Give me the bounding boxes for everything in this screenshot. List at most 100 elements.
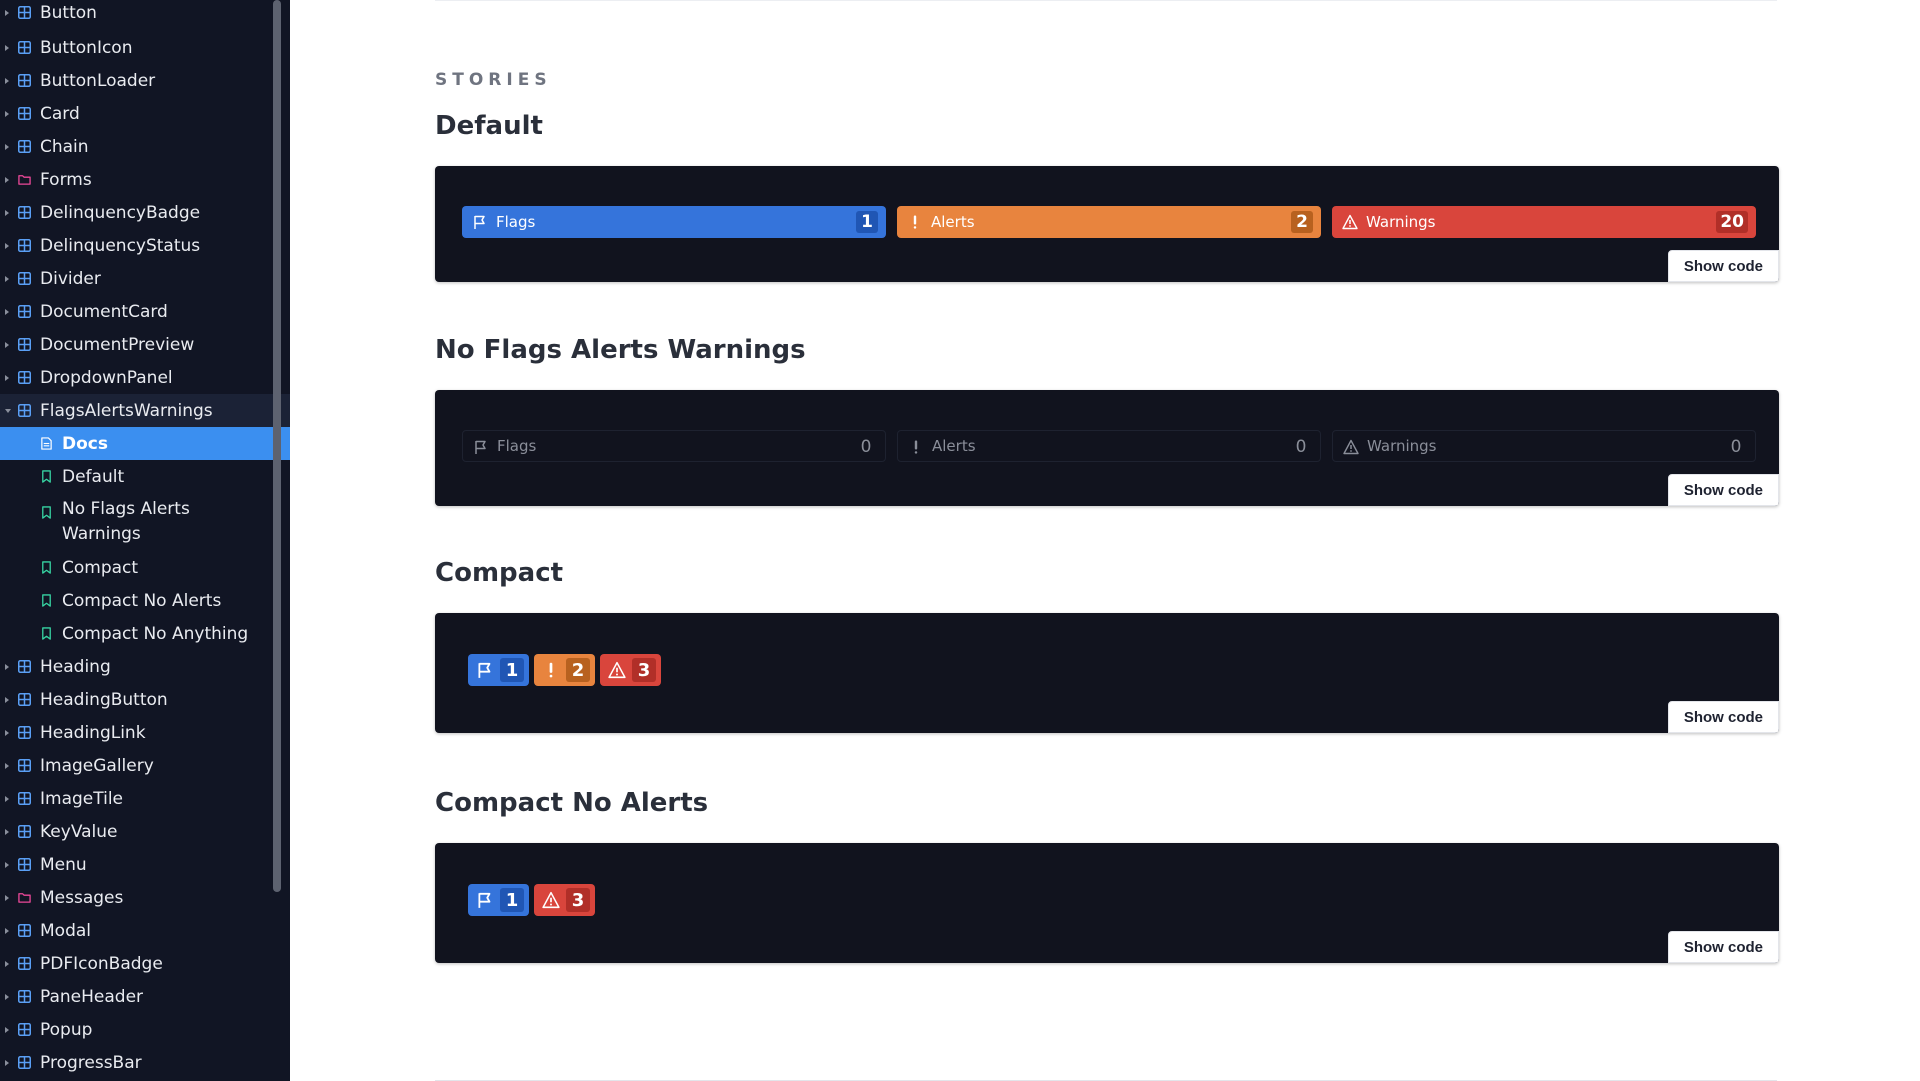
sidebar-item-buttonicon[interactable]: ButtonIcon [0,31,290,64]
caret-right-icon [5,696,9,703]
sidebar-item-label: Chain [40,136,89,157]
sidebar-item-delinquencybadge[interactable]: DelinquencyBadge [0,196,290,229]
sidebar-item-label: ImageGallery [40,755,154,776]
sidebar-item-paneheader[interactable]: PaneHeader [0,980,290,1013]
sidebar-item-divider[interactable]: Divider [0,262,290,295]
sidebar-item-dropdownpanel[interactable]: DropdownPanel [0,361,290,394]
show-code-button[interactable]: Show code [1667,701,1779,733]
sidebar-item-story-default[interactable]: Default [0,460,290,493]
show-code-button[interactable]: Show code [1667,931,1779,963]
caret-right-icon [5,242,9,249]
caret-right-icon [5,77,9,84]
component-icon [18,957,31,970]
sidebar-item-docs[interactable]: Docs [0,427,290,460]
sidebar-item-progressbar[interactable]: ProgressBar [0,1046,290,1079]
component-icon [18,107,31,120]
warnings-bar[interactable]: Warnings 0 [1332,430,1756,462]
story-canvas-no-flags-alerts-warnings: Flags 0 Alerts 0 Warnings 0 Show code [435,390,1779,506]
sidebar-item-label: Compact [62,557,139,578]
alerts-count: 0 [1295,437,1307,457]
sidebar: Button ButtonIcon ButtonLoader Card Chai… [0,0,290,1081]
flags-alerts-warnings-bar-row: Flags 1 Alerts 2 Warnings 20 [462,206,1756,238]
sidebar-item-messages[interactable]: Messages [0,881,290,914]
sidebar-item-label: Button [40,2,97,23]
warnings-count: 20 [1716,211,1748,233]
flags-count: 1 [856,211,878,233]
sidebar-item-imagetile[interactable]: ImageTile [0,782,290,815]
sidebar-item-headingbutton[interactable]: HeadingButton [0,683,290,716]
bookmark-icon [42,627,51,640]
sidebar-item-documentcard[interactable]: DocumentCard [0,295,290,328]
sidebar-item-popup[interactable]: Popup [0,1013,290,1046]
story-canvas-compact-no-alerts: 1 3 Show code [435,843,1779,963]
component-icon [18,759,31,772]
alerts-bar[interactable]: Alerts 2 [897,206,1321,238]
component-icon [18,6,31,19]
sidebar-item-documentpreview[interactable]: DocumentPreview [0,328,290,361]
caret-right-icon [5,762,9,769]
sidebar-item-chain[interactable]: Chain [0,130,290,163]
warnings-compact-badge[interactable]: 3 [534,884,595,916]
sidebar-item-story-compact-no-alerts[interactable]: Compact No Alerts [0,584,290,617]
sidebar-scrollbar[interactable] [273,0,281,892]
sidebar-item-label: Forms [40,169,92,190]
sidebar-item-imagegallery[interactable]: ImageGallery [0,749,290,782]
warnings-label: Warnings [1366,213,1436,231]
component-icon [18,404,31,417]
caret-right-icon [5,44,9,51]
component-icon [18,41,31,54]
sidebar-item-label: HeadingLink [40,722,146,743]
alerts-label: Alerts [932,437,976,455]
warnings-bar[interactable]: Warnings 20 [1332,206,1756,238]
sidebar-item-heading[interactable]: Heading [0,650,290,683]
sidebar-item-modal[interactable]: Modal [0,914,290,947]
alerts-compact-badge[interactable]: 2 [534,654,595,686]
sidebar-item-label: Card [40,103,80,124]
caret-right-icon [5,993,9,1000]
sidebar-item-menu[interactable]: Menu [0,848,290,881]
show-code-button[interactable]: Show code [1667,250,1779,282]
sidebar-item-buttonloader[interactable]: ButtonLoader [0,64,290,97]
caret-right-icon [5,9,9,16]
sidebar-item-button[interactable]: Button [0,0,290,29]
exclamation-icon [549,662,553,678]
folder-icon [18,893,31,903]
flags-compact-badge[interactable]: 1 [468,884,529,916]
flags-compact-badge[interactable]: 1 [468,654,529,686]
caret-right-icon [5,927,9,934]
sidebar-item-label: Compact No Anything [62,623,249,644]
sidebar-item-story-compact-no-anything[interactable]: Compact No Anything [0,617,290,650]
sidebar-item-forms[interactable]: Forms [0,163,290,196]
sidebar-item-label: Menu [40,854,87,875]
component-icon [18,140,31,153]
sidebar-item-label: Heading [40,656,111,677]
sidebar-item-headinglink[interactable]: HeadingLink [0,716,290,749]
warnings-compact-badge[interactable]: 3 [600,654,661,686]
sidebar-item-story-no-flags-alerts-warnings[interactable]: No Flags Alerts Warnings [0,493,290,551]
sidebar-item-label: KeyValue [40,821,118,842]
document-icon [41,437,52,450]
caret-right-icon [5,1026,9,1033]
sidebar-item-keyvalue[interactable]: KeyValue [0,815,290,848]
alerts-bar[interactable]: Alerts 0 [897,430,1321,462]
sidebar-item-card[interactable]: Card [0,97,290,130]
caret-right-icon [5,861,9,868]
story-title-no-flags-alerts-warnings: No Flags Alerts Warnings [435,335,806,365]
sidebar-item-flagsalertswarnings[interactable]: FlagsAlertsWarnings [0,394,290,427]
show-code-button[interactable]: Show code [1667,474,1779,506]
flags-bar[interactable]: Flags 1 [462,206,886,238]
sidebar-item-delinquencystatus[interactable]: DelinquencyStatus [0,229,290,262]
sidebar-item-pdficonbadge[interactable]: PDFIconBadge [0,947,290,980]
bookmark-icon [42,594,51,607]
flag-icon [475,440,486,454]
folder-icon [18,175,31,185]
sidebar-item-label: DropdownPanel [40,367,173,388]
story-title-compact: Compact [435,558,564,588]
caret-right-icon [5,795,9,802]
sidebar-item-story-compact[interactable]: Compact [0,551,290,584]
caret-down-icon [5,408,11,413]
caret-right-icon [5,143,9,150]
component-icon [18,239,31,252]
flags-bar[interactable]: Flags 0 [462,430,886,462]
sidebar-item-label: DelinquencyStatus [40,235,201,256]
